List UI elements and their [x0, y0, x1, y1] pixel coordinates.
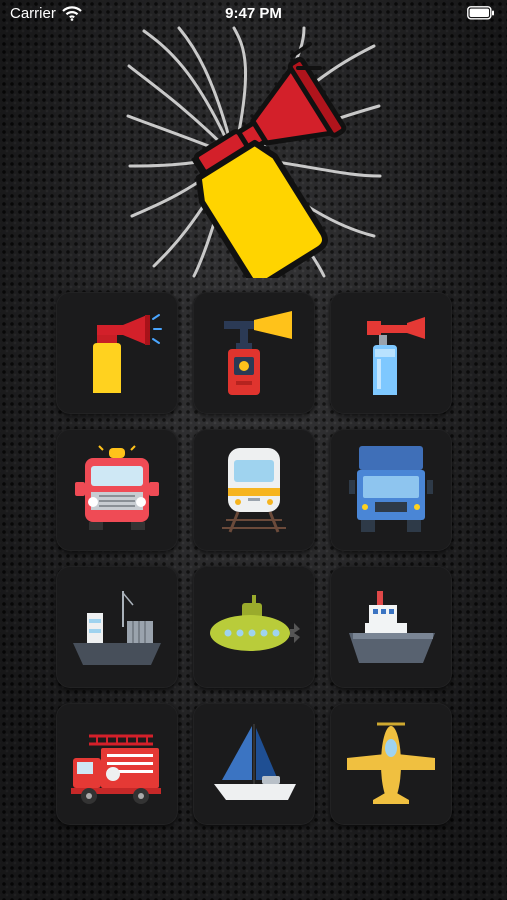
- fire-engine-icon: [71, 734, 161, 804]
- sound-button-sailboat[interactable]: [193, 703, 315, 825]
- air-horn-red-icon: [224, 311, 292, 395]
- airplane-icon: [347, 722, 435, 804]
- sound-button-truck[interactable]: [330, 429, 452, 551]
- sound-button-cargo-ship[interactable]: [56, 566, 178, 688]
- air-horn-blue-icon: [367, 317, 425, 395]
- sound-button-grid: [56, 292, 452, 825]
- sound-button-train[interactable]: [193, 429, 315, 551]
- sound-button-air-horn-yellow[interactable]: [56, 292, 178, 414]
- sailboat-icon: [214, 724, 296, 800]
- clock: 9:47 PM: [225, 5, 282, 22]
- sound-button-fire-engine[interactable]: [56, 703, 178, 825]
- submarine-icon: [210, 595, 300, 651]
- train-icon: [222, 448, 286, 533]
- cargo-ship-icon: [73, 591, 161, 665]
- battery-icon: [467, 6, 495, 24]
- sound-button-fire-truck[interactable]: [56, 429, 178, 551]
- fire-truck-front-icon: [75, 445, 159, 530]
- air-horn-hero-button[interactable]: [124, 26, 382, 288]
- sound-button-submarine[interactable]: [193, 566, 315, 688]
- air-horn-icon: [126, 26, 382, 288]
- truck-icon: [349, 446, 433, 532]
- ship-icon: [349, 591, 435, 663]
- sound-button-air-horn-blue[interactable]: [330, 292, 452, 414]
- status-bar: Carrier 9:47 PM: [0, 0, 507, 28]
- air-horn-yellow-icon: [93, 314, 162, 393]
- sound-button-airplane[interactable]: [330, 703, 452, 825]
- sound-button-air-horn-red[interactable]: [193, 292, 315, 414]
- sound-button-ship[interactable]: [330, 566, 452, 688]
